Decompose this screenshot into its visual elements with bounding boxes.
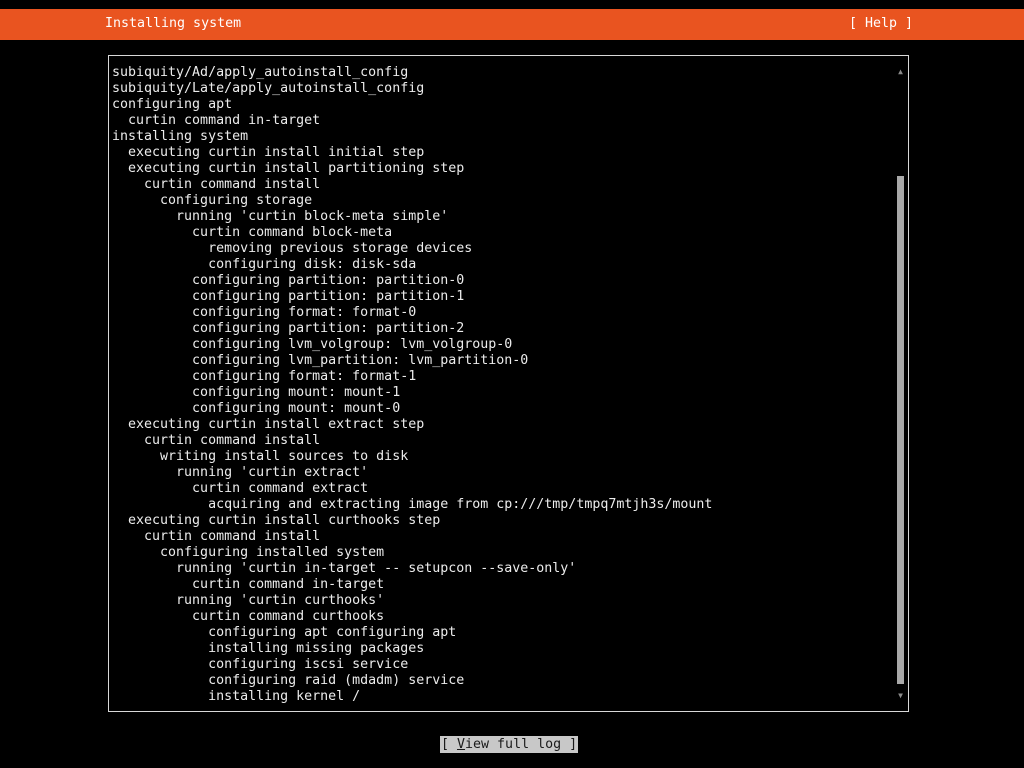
view-full-log-label: iew full log ]: [465, 737, 578, 752]
log-line: subiquity/Late/apply_autoinstall_config: [112, 81, 425, 96]
log-line: configuring raid (mdadm) service: [112, 673, 465, 688]
help-button[interactable]: [ Help ]: [849, 16, 913, 32]
log-line: configuring partition: partition-2: [112, 321, 465, 336]
log-line: configuring storage: [112, 193, 313, 208]
log-line: acquiring and extracting image from cp:/…: [112, 497, 713, 512]
log-line: curtin command install: [112, 433, 321, 448]
page-title: Installing system: [105, 16, 242, 31]
log-line: curtin command install: [112, 177, 321, 192]
log-line: removing previous storage devices: [112, 241, 473, 256]
log-line: executing curtin install curthooks step: [112, 513, 441, 528]
log-line: curtin command install: [112, 529, 321, 544]
log-line: configuring lvm_volgroup: lvm_volgroup-0: [112, 337, 513, 352]
log-line: curtin command in-target: [112, 113, 321, 128]
log-line: installing kernel /: [112, 689, 361, 704]
log-line: configuring disk: disk-sda: [112, 257, 417, 272]
scroll-down-arrow-icon[interactable]: ▼: [897, 692, 904, 700]
log-line: curtin command curthooks: [112, 609, 385, 624]
log-line: executing curtin install extract step: [112, 417, 425, 432]
log-scrollbar[interactable]: ▲ ▼: [897, 68, 904, 700]
log-line: executing curtin install partitioning st…: [112, 161, 465, 176]
log-line: configuring format: format-0: [112, 305, 417, 320]
log-line: curtin command in-target: [112, 577, 385, 592]
log-line: executing curtin install initial step: [112, 145, 425, 160]
log-line: configuring partition: partition-1: [112, 289, 465, 304]
install-log-panel[interactable]: subiquity/Ad/apply_autoinstall_config sub…: [108, 55, 909, 712]
log-line: curtin command extract: [112, 481, 369, 496]
log-line: configuring partition: partition-0: [112, 273, 465, 288]
scrollbar-thumb[interactable]: [897, 176, 904, 684]
log-line: installing system: [112, 129, 249, 144]
log-line: curtin command block-meta: [112, 225, 393, 240]
log-line: configuring mount: mount-0: [112, 401, 401, 416]
install-log-lines: subiquity/Ad/apply_autoinstall_config sub…: [112, 65, 892, 705]
log-line: running 'curtin in-target -- setupcon --…: [112, 561, 577, 576]
log-line: configuring iscsi service: [112, 657, 409, 672]
log-line: installing missing packages: [112, 641, 425, 656]
log-line: configuring apt configuring apt: [112, 625, 457, 640]
log-line: running 'curtin curthooks': [112, 593, 385, 608]
view-full-log-open: [: [441, 737, 458, 752]
log-line: running 'curtin block-meta simple': [112, 209, 449, 224]
log-line: configuring installed system: [112, 545, 385, 560]
log-line: running 'curtin extract': [112, 465, 369, 480]
view-full-log-button[interactable]: [ View full log ]: [440, 736, 579, 753]
scroll-up-arrow-icon[interactable]: ▲: [897, 68, 904, 76]
header-bar: Installing system [ Help ]: [0, 9, 1024, 40]
log-line: subiquity/Ad/apply_autoinstall_config: [112, 65, 409, 80]
log-line: writing install sources to disk: [112, 449, 409, 464]
log-line: configuring mount: mount-1: [112, 385, 401, 400]
log-line: configuring apt: [112, 97, 233, 112]
log-line: configuring format: format-1: [112, 369, 417, 384]
view-full-log-hotkey: V: [457, 737, 466, 752]
log-line: configuring lvm_partition: lvm_partition…: [112, 353, 529, 368]
